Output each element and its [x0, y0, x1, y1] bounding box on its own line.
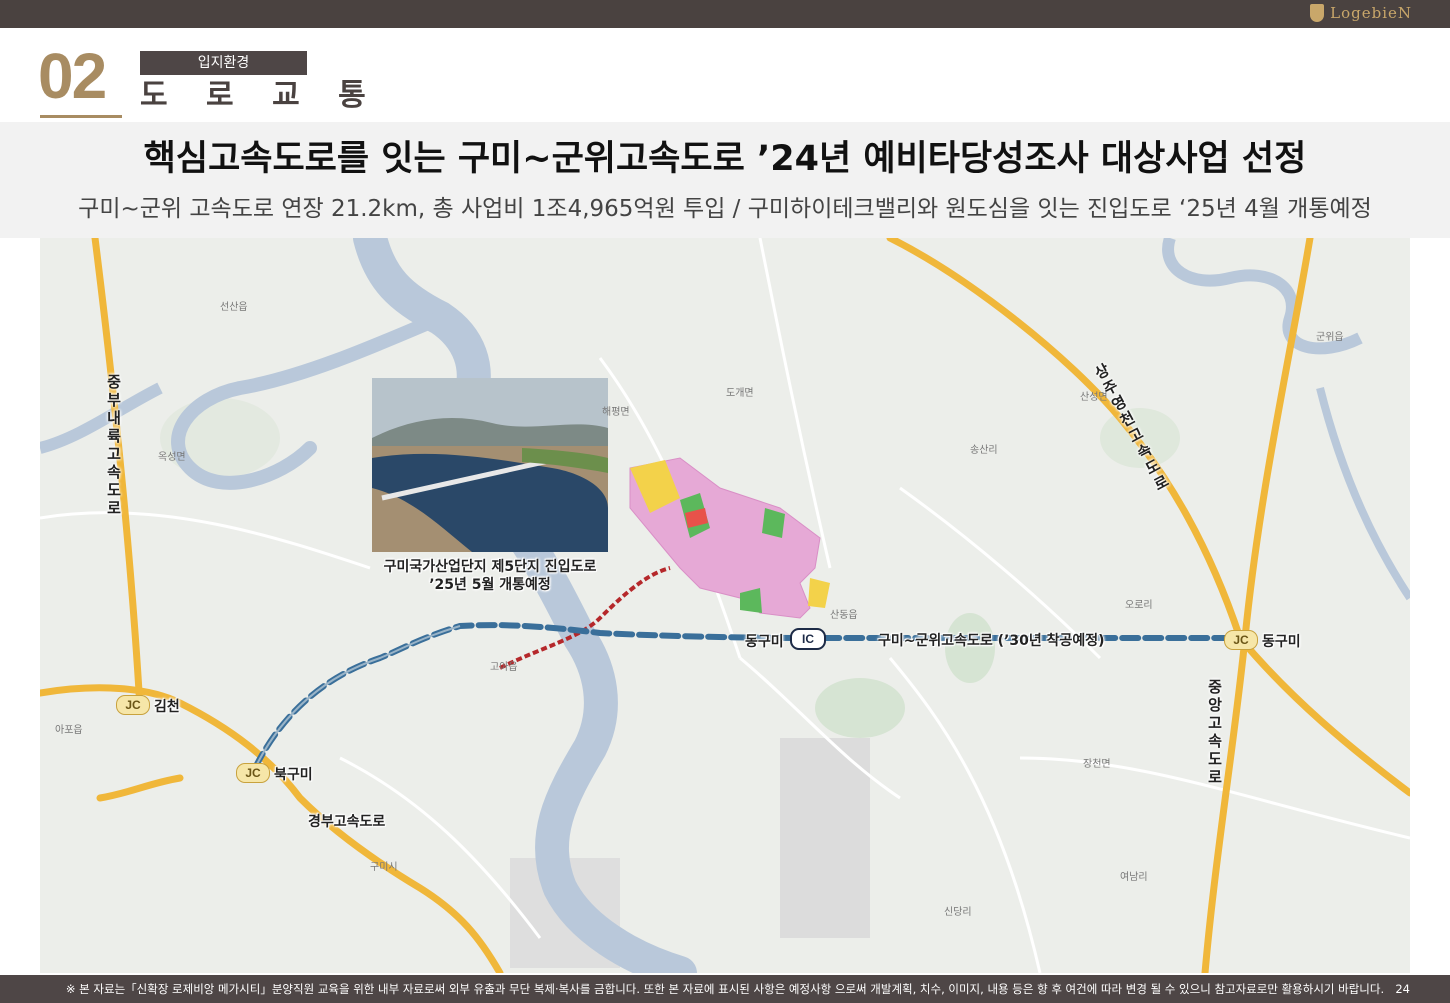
place-name: 송산리 — [970, 445, 998, 456]
junction-label-bukgumi: 북구미 — [274, 767, 313, 783]
place-name: 산성면 — [1080, 392, 1108, 403]
crest-icon — [1310, 4, 1325, 22]
jc-badge-donggumi: JC — [1224, 630, 1258, 650]
section-number: 02 — [38, 40, 107, 112]
footer-notice: ※ 본 자료는「신확장 로제비앙 메가시티」분양직원 교육을 위한 내부 자료로… — [65, 982, 1385, 996]
page-headline: 핵심고속도로를 잇는 구미~군위고속도로 ’24년 예비타당성조사 대상사업 선… — [143, 139, 1307, 179]
footer-bar: ※ 본 자료는「신확장 로제비앙 메가시티」분양직원 교육을 위한 내부 자료로… — [0, 975, 1450, 1003]
highway-label-jungbu-naeryuk: 중부내륙고속도로 — [107, 373, 121, 517]
junction-label-gimcheon: 김천 — [154, 699, 180, 715]
place-name: 산동읍 — [830, 610, 858, 621]
highway-label-gyeongbu: 경부고속도로 — [308, 814, 386, 830]
ic-badge-donggumi: IC — [790, 628, 826, 650]
place-name: 여남리 — [1120, 872, 1148, 883]
jc-badge-gimcheon: JC — [116, 695, 150, 715]
page-subheadline: 구미~군위 고속도로 연장 21.2km, 총 사업비 1조4,965억원 투입… — [78, 196, 1372, 222]
place-name: 선산읍 — [220, 302, 248, 313]
section-title: 도 로 교 통 — [140, 78, 380, 113]
place-name: 고아읍 — [490, 662, 518, 673]
place-name: 아포읍 — [55, 725, 83, 736]
photo-caption-line2: ’25년 5월 개통예정 — [429, 577, 551, 593]
section-number-underline — [40, 115, 122, 118]
place-name: 도개면 — [726, 388, 754, 399]
place-name: 신당리 — [944, 907, 972, 918]
map-graphic — [40, 238, 1410, 973]
place-name: 군위읍 — [1316, 332, 1344, 343]
new-expressway-label: 구미~군위고속도로 (’30년 착공예정) — [878, 633, 1105, 649]
road-map: 구미국가산업단지 제5단지 진입도로 ’25년 5월 개통예정 구미~군위고속도… — [40, 238, 1410, 973]
junction-label-donggumi-jc: 동구미 — [1262, 634, 1301, 650]
place-name: 장천면 — [1083, 759, 1111, 770]
jc-badge-bukgumi: JC — [236, 763, 270, 783]
brand-logo: LogebieN — [1310, 4, 1412, 22]
top-bar: LogebieN — [0, 0, 1450, 28]
place-name: 옥성면 — [158, 452, 186, 463]
place-name: 오로리 — [1125, 600, 1153, 611]
brand-name: LogebieN — [1330, 4, 1412, 22]
junction-label-donggumi-ic: 동구미 — [745, 634, 784, 650]
aerial-photo — [372, 378, 608, 552]
place-name: 구미시 — [370, 862, 398, 873]
section-category-chip: 입지환경 — [140, 51, 307, 75]
highway-label-jungang: 중앙고속도로 — [1208, 678, 1222, 786]
photo-caption-line1: 구미국가산업단지 제5단지 진입도로 — [383, 559, 597, 575]
page-number: 24 — [1395, 982, 1410, 996]
place-name: 해평면 — [602, 407, 630, 418]
